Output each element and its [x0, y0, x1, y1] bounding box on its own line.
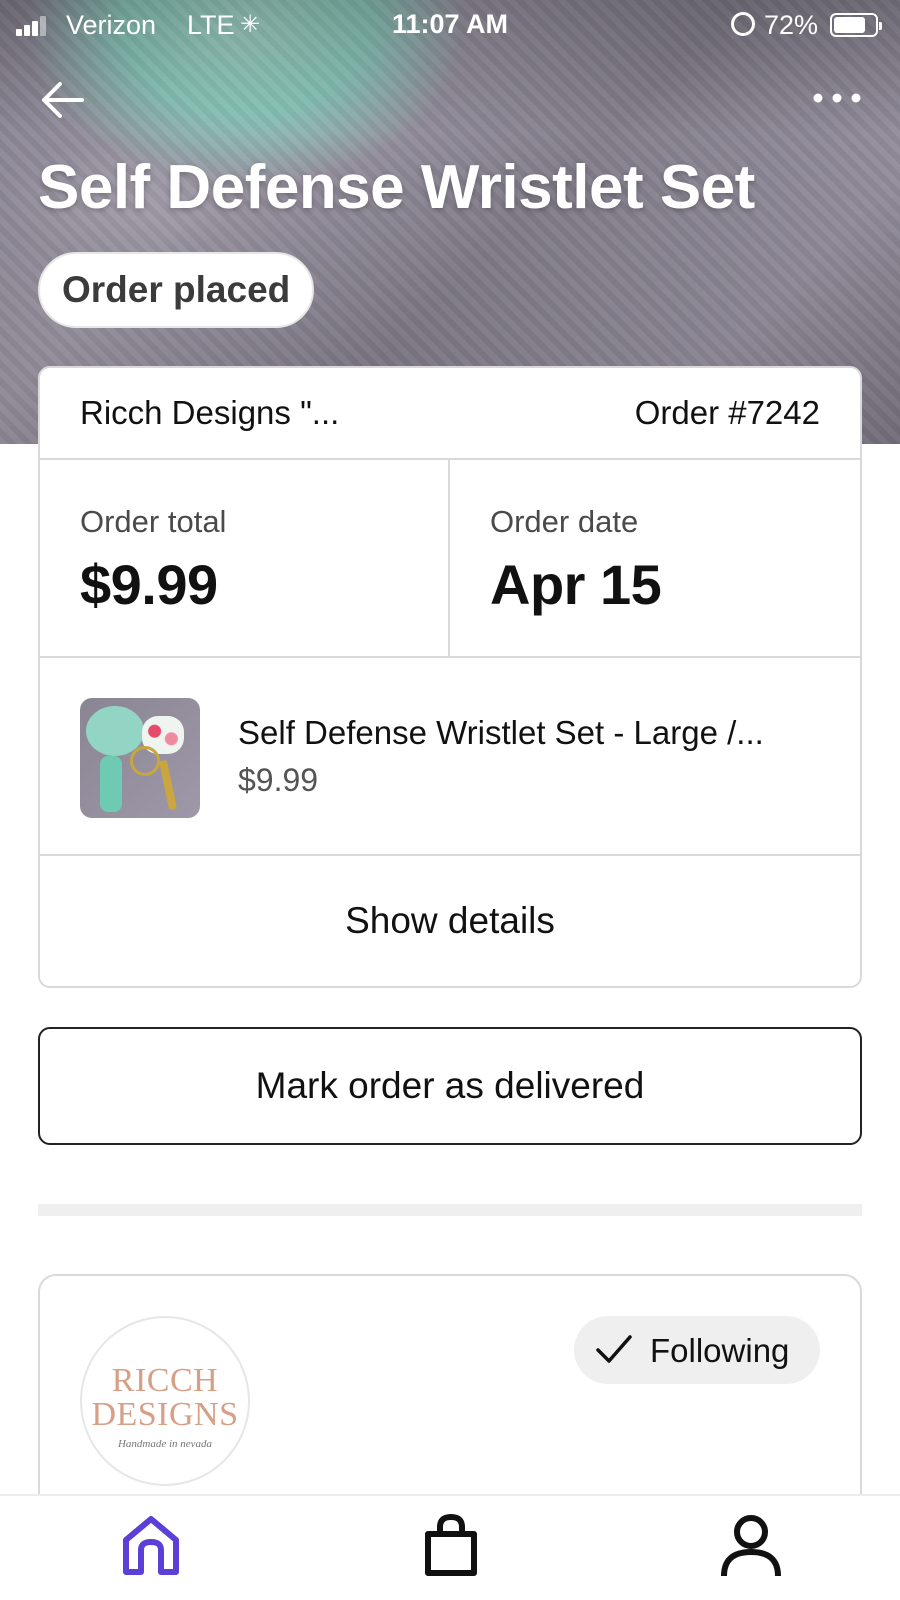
battery-percent: 72% [764, 10, 819, 40]
mark-delivered-button[interactable]: Mark order as delivered [38, 1027, 862, 1145]
section-divider [38, 1204, 862, 1216]
logo-tagline: Handmade in nevada [117, 1438, 213, 1450]
order-total-label: Order total [80, 504, 227, 539]
alarm-icon [731, 12, 755, 36]
order-date-label: Order date [490, 504, 639, 539]
order-total-value: $9.99 [80, 553, 218, 616]
item-price: $9.99 [238, 762, 319, 798]
show-details-button[interactable]: Show details [40, 856, 860, 986]
check-icon [594, 1332, 634, 1366]
shop-name[interactable]: Ricch Designs "... [80, 394, 339, 432]
profile-icon[interactable] [716, 1510, 786, 1580]
logo-line-2: DESIGNS [91, 1396, 239, 1433]
order-total-cell: Order total $9.99 [40, 460, 450, 656]
following-label: Following [650, 1332, 790, 1369]
shop-logo[interactable]: RICCH DESIGNS Handmade in nevada [80, 1316, 250, 1486]
battery-icon [830, 13, 882, 37]
more-options-icon[interactable] [812, 90, 862, 106]
order-date-value: Apr 15 [490, 553, 662, 616]
order-status-badge: Order placed [38, 252, 315, 328]
bottom-tab-bar [0, 1494, 900, 1600]
shopping-bag-icon[interactable] [416, 1510, 486, 1580]
page-title: Self Defense Wristlet Set [38, 153, 755, 222]
order-date-cell: Order date Apr 15 [450, 460, 860, 656]
order-item-row[interactable]: Self Defense Wristlet Set - Large /... $… [40, 658, 860, 856]
status-bar: Verizon LTE ✳ 11:07 AM 72% [0, 0, 900, 50]
order-header-row: Ricch Designs "... Order #7242 [40, 368, 860, 460]
following-button[interactable]: Following [574, 1316, 820, 1384]
back-arrow-icon[interactable] [38, 80, 86, 120]
logo-line-1: RICCH [111, 1362, 219, 1399]
item-thumbnail[interactable] [80, 698, 200, 818]
home-icon[interactable] [116, 1510, 186, 1580]
order-card: Ricch Designs "... Order #7242 Order tot… [38, 366, 862, 988]
item-name[interactable]: Self Defense Wristlet Set - Large /... [238, 714, 764, 752]
order-number: Order #7242 [634, 394, 820, 431]
order-stats-row: Order total $9.99 Order date Apr 15 [40, 460, 860, 658]
